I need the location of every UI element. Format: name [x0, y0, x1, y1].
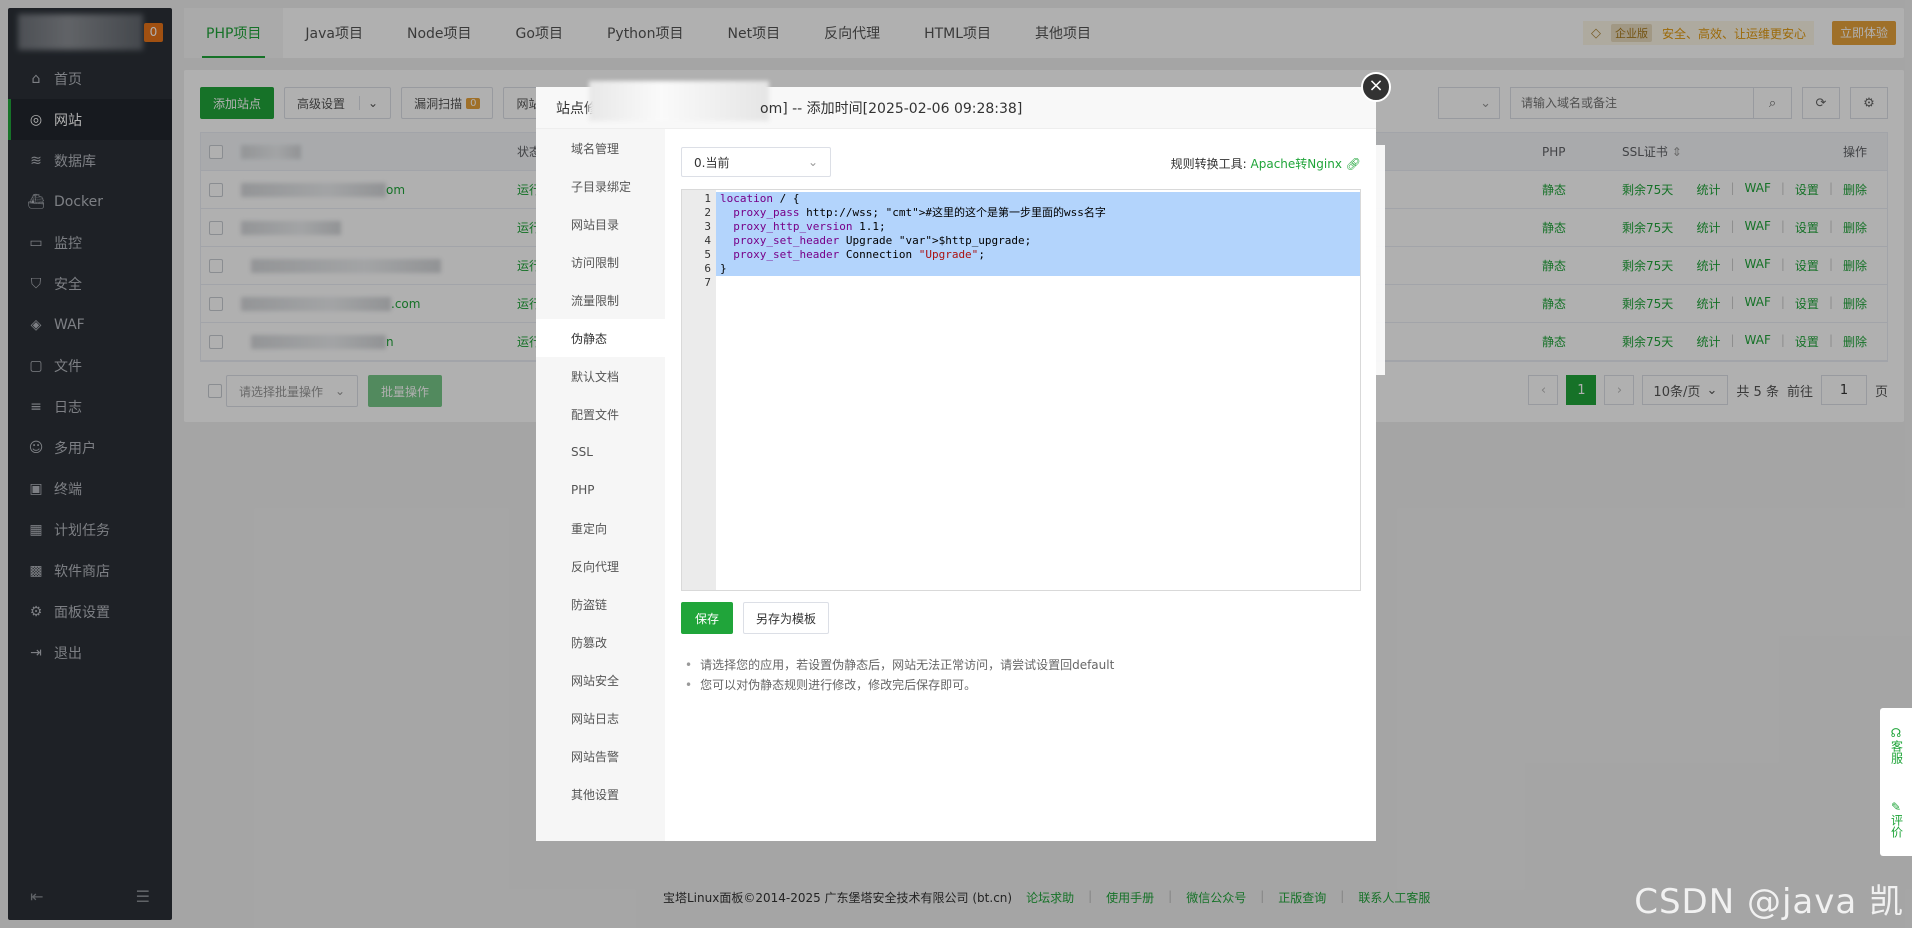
site-config-modal: 站点修 om] -- 添加时间[2025-02-06 09:28:38] 域名管…: [536, 81, 1376, 841]
help-tips: 请选择您的应用，若设置伪静态后，网站无法正常访问，请尝试设置回default您可…: [685, 655, 1114, 695]
modal-title-suffix: om] -- 添加时间[2025-02-06 09:28:38]: [760, 100, 1023, 117]
code-line: proxy_pass http://wss; "cmt">#这里的这个是第一步里…: [716, 206, 1360, 220]
tip-item: 您可以对伪静态规则进行修改，修改完后保存即可。: [685, 675, 1114, 695]
code-editor[interactable]: 1234567 location / { proxy_pass http://w…: [681, 189, 1361, 591]
modal-nav-item[interactable]: 防篡改: [536, 623, 665, 661]
rule-convert-tool: 规则转换工具: Apache转Nginx 🔗︎: [1171, 155, 1361, 172]
code-area[interactable]: location / { proxy_pass http://wss; "cmt…: [716, 190, 1360, 590]
line-number: 3: [704, 220, 711, 233]
modal-nav-item[interactable]: 默认文档: [536, 357, 665, 395]
modal-nav-item[interactable]: PHP: [536, 471, 665, 509]
line-number: 5: [704, 248, 711, 261]
line-number: 7: [704, 276, 711, 289]
line-gutter: 1234567: [682, 190, 716, 590]
tool-link-label: Apache转Nginx: [1250, 157, 1342, 171]
modal-nav-item[interactable]: 网站目录: [536, 205, 665, 243]
modal-nav-item[interactable]: 伪静态: [536, 319, 665, 357]
customer-service-button[interactable]: ☊ 客服: [1889, 725, 1904, 764]
link-icon: 🔗︎: [1345, 157, 1361, 171]
floating-help: ☊ 客服 ✎ 评价: [1880, 708, 1912, 856]
modal-title: 站点修 om] -- 添加时间[2025-02-06 09:28:38]: [536, 81, 1376, 129]
save-as-template-button[interactable]: 另存为模板: [743, 602, 830, 634]
modal-nav-item[interactable]: 网站告警: [536, 737, 665, 775]
modal-nav-item[interactable]: 配置文件: [536, 395, 665, 433]
code-line: proxy_set_header Connection "Upgrade";: [716, 248, 1360, 262]
rewrite-version-select[interactable]: 0.当前 ⌄: [681, 147, 831, 177]
editor-actions: 保存 另存为模板: [681, 602, 830, 634]
close-icon[interactable]: ×: [1361, 72, 1391, 102]
modal-nav-item[interactable]: 网站安全: [536, 661, 665, 699]
modal-nav-item[interactable]: 防盗链: [536, 585, 665, 623]
edit-icon: ✎: [1890, 799, 1902, 814]
line-number: 2: [704, 206, 711, 219]
watermark: CSDN @java 凯: [1634, 882, 1904, 922]
tip-item: 请选择您的应用，若设置伪静态后，网站无法正常访问，请尝试设置回default: [685, 655, 1114, 675]
modal-nav-item[interactable]: 网站日志: [536, 699, 665, 737]
line-number: 6: [704, 262, 711, 275]
headset-icon: ☊: [1890, 725, 1902, 740]
modal-nav-item[interactable]: 反向代理: [536, 547, 665, 585]
version-label: 0.当前: [694, 155, 730, 170]
modal-nav-item[interactable]: 重定向: [536, 509, 665, 547]
modal-nav-item[interactable]: 流量限制: [536, 281, 665, 319]
line-number: 1: [704, 192, 711, 205]
modal-nav-item[interactable]: 访问限制: [536, 243, 665, 281]
modal-nav: 域名管理 子目录绑定 网站目录 访问限制 流量限制 伪静态 默认文档 配置文件 SSL PHP 重定…: [536, 129, 665, 841]
rate-button[interactable]: ✎ 评价: [1889, 799, 1904, 838]
code-line: proxy_http_version 1.1;: [716, 220, 1360, 234]
redacted-domain: [589, 81, 769, 121]
rewrite-panel: 0.当前 ⌄ 规则转换工具: Apache转Nginx 🔗︎ 1234567 l…: [681, 147, 1361, 692]
modal-nav-item[interactable]: 域名管理: [536, 129, 665, 167]
tool-label: 规则转换工具:: [1170, 157, 1247, 171]
modal-nav-item[interactable]: 其他设置: [536, 775, 665, 813]
modal-nav-item[interactable]: SSL: [536, 433, 665, 471]
modal-nav-item[interactable]: 子目录绑定: [536, 167, 665, 205]
line-number: 4: [704, 234, 711, 247]
apache-to-nginx-link[interactable]: Apache转Nginx 🔗︎: [1251, 157, 1361, 171]
rate-label: 评价: [1889, 813, 1904, 838]
chevron-down-icon: ⌄: [807, 155, 818, 169]
service-label: 客服: [1889, 739, 1904, 764]
code-line: }: [716, 262, 1360, 276]
code-line: proxy_set_header Upgrade "var">$http_upg…: [716, 234, 1360, 248]
code-line: location / {: [716, 192, 1360, 206]
save-button[interactable]: 保存: [681, 602, 734, 634]
